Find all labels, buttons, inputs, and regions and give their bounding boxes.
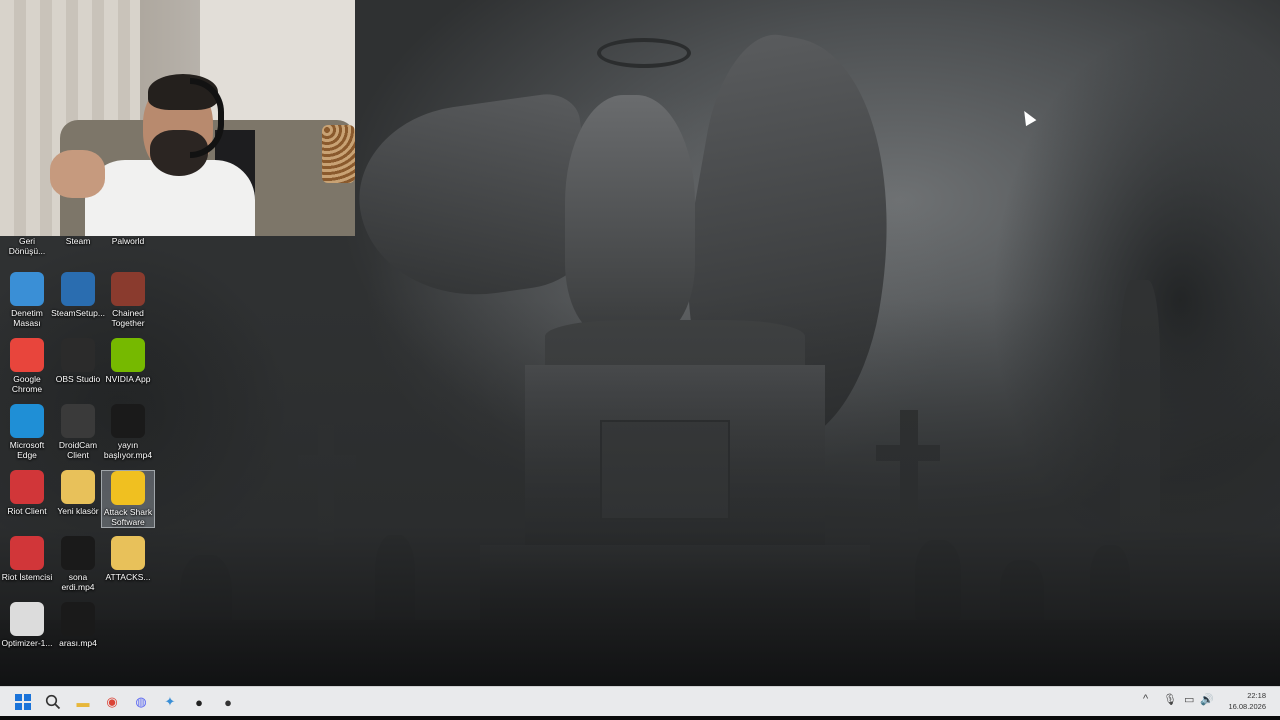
wallpaper-halo bbox=[597, 38, 691, 68]
obs-taskbar-icon[interactable]: ● bbox=[188, 691, 210, 713]
desktop-icon[interactable]: yayın başlıyor.mp4 bbox=[101, 404, 155, 460]
desktop-icon-label: yayın başlıyor.mp4 bbox=[103, 440, 153, 460]
wallpaper-angel-wing-left bbox=[347, 89, 603, 311]
desktop-icon[interactable]: Steam bbox=[51, 236, 105, 246]
taskbar-clock[interactable]: 22:18 16.08.2026 bbox=[1228, 690, 1266, 712]
desktop-icon[interactable]: NVIDIA App bbox=[101, 338, 155, 384]
desktop-icon[interactable]: Google Chrome bbox=[0, 338, 54, 394]
desktop-icon[interactable]: Yeni klasör bbox=[51, 470, 105, 516]
desktop-icon[interactable]: arası.mp4 bbox=[51, 602, 105, 648]
desktop-icon[interactable]: Geri Dönüşü... bbox=[0, 236, 54, 256]
obs-icon bbox=[61, 338, 95, 372]
desktop-icon[interactable]: Chained Together bbox=[101, 272, 155, 328]
desktop-icon[interactable]: Microsoft Edge bbox=[0, 404, 54, 460]
desktop-icon[interactable]: Riot İstemcisi bbox=[0, 536, 54, 582]
attack-shark-icon bbox=[111, 471, 145, 505]
file-explorer-icon[interactable]: ▬ bbox=[72, 691, 94, 713]
discord-taskbar-icon[interactable]: ◍ bbox=[130, 691, 152, 713]
desktop-icon[interactable]: Attack Shark Software bbox=[101, 470, 155, 528]
riot-client-icon bbox=[10, 536, 44, 570]
desktop-icon[interactable]: SteamSetup... bbox=[51, 272, 105, 318]
desktop-icon-label: NVIDIA App bbox=[105, 374, 151, 384]
desktop-icon[interactable]: OBS Studio bbox=[51, 338, 105, 384]
microphone-icon[interactable]: 🎙 bbox=[1163, 693, 1177, 706]
droidcam-icon bbox=[61, 404, 95, 438]
windows-start-icon[interactable] bbox=[12, 691, 34, 713]
video-file-icon bbox=[111, 404, 145, 438]
webcam-overlay bbox=[0, 0, 355, 236]
desktop-icon-label: Attack Shark Software bbox=[103, 507, 153, 527]
folder-icon bbox=[111, 536, 145, 570]
wallpaper-ground bbox=[0, 620, 1280, 686]
desktop-icon-label: Palworld bbox=[111, 236, 145, 246]
clock-date: 16.08.2026 bbox=[1228, 702, 1266, 711]
screen-bottom-border bbox=[0, 716, 1280, 720]
app-taskbar-icon[interactable]: ✦ bbox=[159, 691, 181, 713]
search-icon[interactable] bbox=[42, 691, 64, 713]
desktop-icon[interactable]: ATTACKS... bbox=[101, 536, 155, 582]
network-icon[interactable]: ▭ bbox=[1184, 693, 1194, 706]
riot-client-icon bbox=[10, 470, 44, 504]
webcam-person-hand bbox=[50, 150, 105, 198]
desktop-icon-label: ATTACKS... bbox=[105, 572, 151, 582]
edge-icon bbox=[10, 404, 44, 438]
folder-icon bbox=[61, 470, 95, 504]
chained-together-icon bbox=[111, 272, 145, 306]
video-file-icon bbox=[61, 536, 95, 570]
chrome-icon bbox=[10, 338, 44, 372]
desktop-icon[interactable]: Palworld bbox=[101, 236, 155, 246]
control-panel-icon bbox=[10, 272, 44, 306]
desktop-icon[interactable]: Optimizer-1... bbox=[0, 602, 54, 648]
volume-icon[interactable]: 🔊 bbox=[1200, 693, 1214, 706]
desktop-icon-label: arası.mp4 bbox=[59, 638, 97, 648]
tray-chevron-icon[interactable]: ^ bbox=[1143, 693, 1148, 705]
taskbar: ▬ ◉ ◍ ✦ ● ● ^ 🎙 ▭ 🔊 22:18 16.08.2026 bbox=[0, 686, 1280, 716]
checkmark-icon bbox=[10, 602, 44, 636]
nvidia-icon bbox=[111, 338, 145, 372]
desktop-icon[interactable]: sona erdi.mp4 bbox=[51, 536, 105, 592]
desktop-icon-label: Chained Together bbox=[111, 308, 145, 328]
steam-setup-icon bbox=[61, 272, 95, 306]
webcam-pillow bbox=[322, 125, 355, 183]
desktop-icon-grid: Geri Dönüşü... Steam Palworld Denetim Masası S… bbox=[0, 236, 160, 656]
video-file-icon bbox=[61, 602, 95, 636]
desktop-icon[interactable]: Riot Client bbox=[0, 470, 54, 516]
desktop-icon[interactable]: DroidCam Client bbox=[51, 404, 105, 460]
chrome-taskbar-icon[interactable]: ◉ bbox=[101, 691, 123, 713]
wallpaper-angel-statue bbox=[565, 95, 695, 335]
clock-time: 22:18 bbox=[1247, 691, 1266, 700]
riot-taskbar-icon[interactable]: ● bbox=[217, 691, 239, 713]
desktop-icon[interactable]: Denetim Masası bbox=[0, 272, 54, 328]
